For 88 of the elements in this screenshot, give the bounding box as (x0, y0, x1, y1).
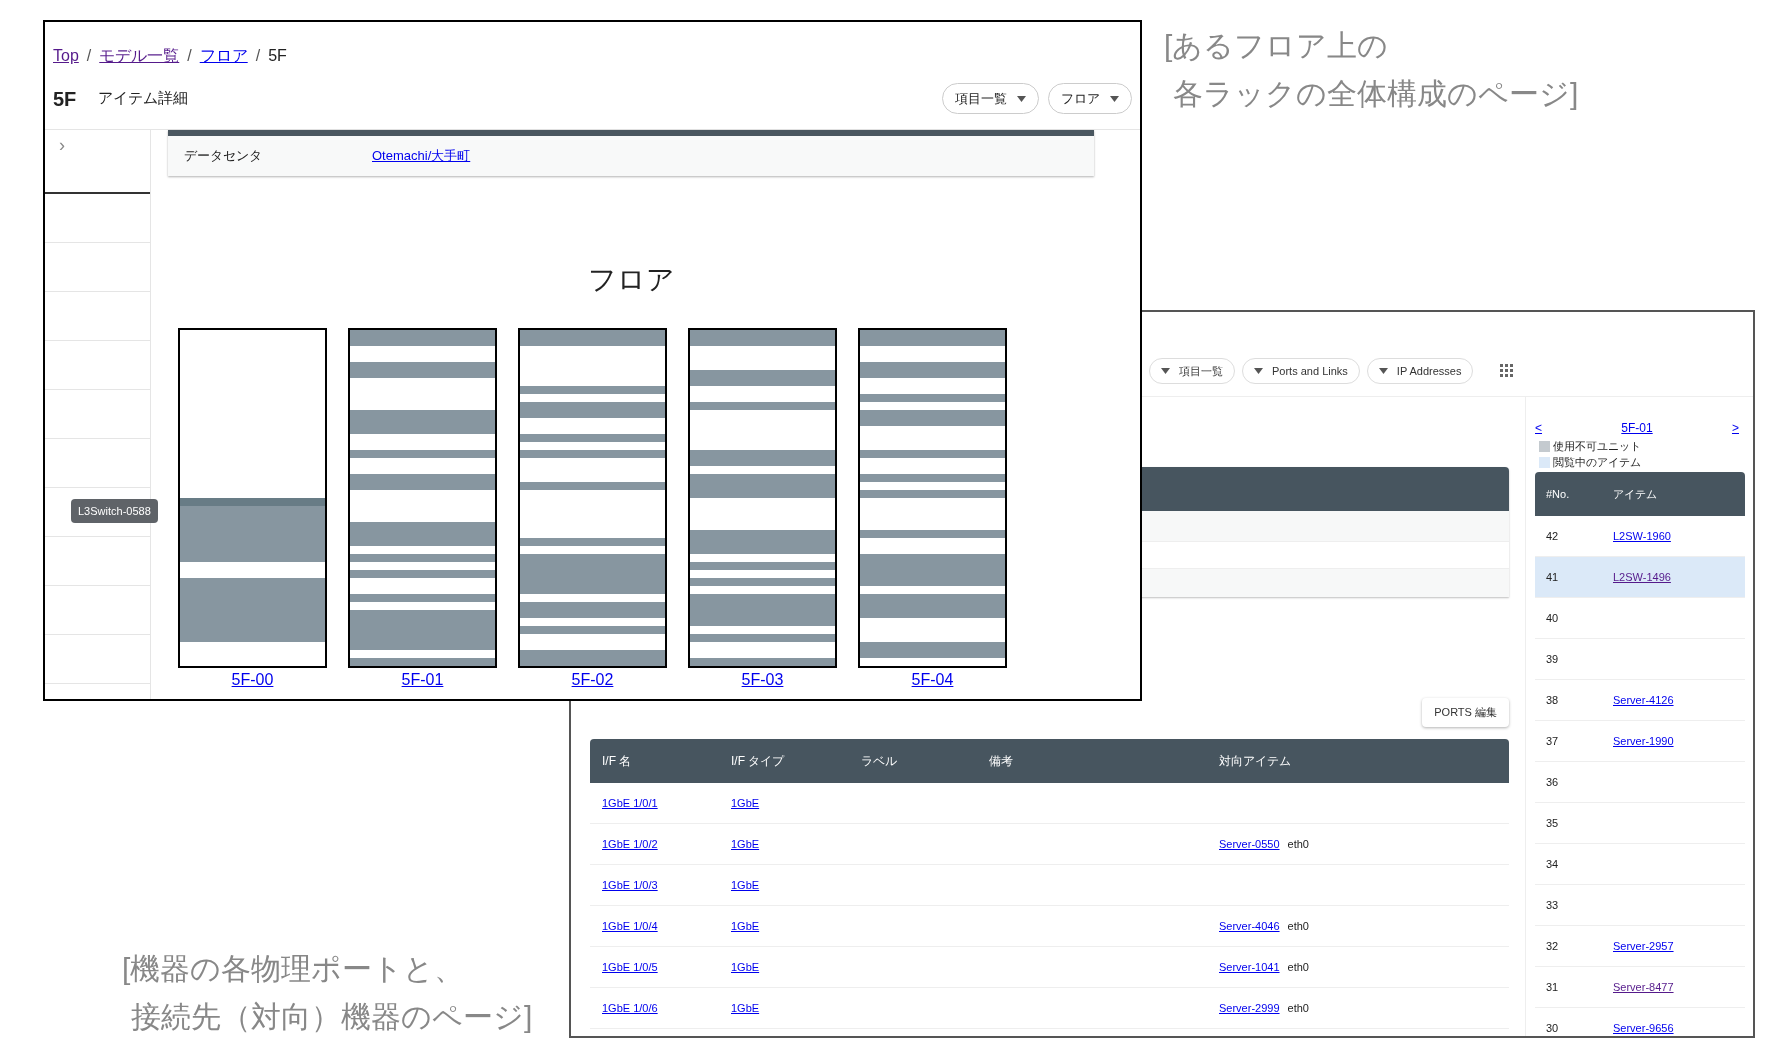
dropdown-button[interactable]: Ports and Links (1242, 358, 1360, 384)
column-header: ラベル (861, 753, 898, 770)
caption-line: 各ラックの全体構成のページ] (1172, 76, 1579, 112)
caret-icon (1161, 368, 1170, 374)
unit-number: 36 (1545, 774, 1560, 790)
legend-label: 閲覧中のアイテム (1553, 454, 1641, 470)
unit-number: 40 (1545, 610, 1560, 626)
interface-type-link[interactable]: 1GbE (731, 835, 760, 853)
rack-link[interactable]: 5F-00 (231, 670, 274, 690)
unit-number: 32 (1545, 938, 1560, 954)
interface-link[interactable]: 1GbE 1/0/6 (602, 999, 658, 1017)
item-link[interactable]: Server-4126 (1613, 691, 1674, 709)
unit-number: 39 (1545, 651, 1560, 667)
item-link[interactable]: L2SW-1960 (1613, 527, 1671, 545)
peer-port: eth0 (1287, 1000, 1309, 1016)
dropdown-button[interactable]: フロア (1048, 83, 1132, 114)
interface-link[interactable]: 1GbE 1/0/2 (602, 835, 658, 853)
caret-icon (1017, 95, 1026, 102)
caption-line: 接続先（対向）機器のページ] (130, 999, 533, 1035)
peer-item-link[interactable]: Server-4046 (1219, 917, 1280, 935)
unit-number: 41 (1545, 569, 1560, 585)
caret-icon (1254, 368, 1263, 374)
dropdown-button[interactable]: 項目一覧 (942, 83, 1039, 114)
rack-link[interactable]: 5F-03 (741, 670, 784, 690)
page-title: 5F (53, 86, 77, 112)
section-heading: フロア (586, 263, 676, 297)
caret-icon (1110, 95, 1119, 102)
item-link[interactable]: Server-1990 (1613, 732, 1674, 750)
peer-port: eth0 (1287, 918, 1309, 934)
interface-type-link[interactable]: 1GbE (731, 958, 760, 976)
next-rack-link[interactable]: > (1731, 419, 1739, 437)
column-header: I/F タイプ (731, 753, 786, 770)
interface-link[interactable]: 1GbE 1/0/5 (602, 958, 658, 976)
interface-type-link[interactable]: 1GbE (731, 917, 760, 935)
interface-link[interactable]: 1GbE 1/0/1 (602, 794, 658, 812)
peer-port: eth0 (1287, 959, 1309, 975)
grid-icon[interactable] (1500, 364, 1514, 377)
item-link[interactable]: L2SW-1496 (1613, 568, 1671, 586)
interface-link[interactable]: 1GbE 1/0/4 (602, 917, 658, 935)
column-header: 対向アイテム (1219, 753, 1292, 770)
item-link[interactable]: Server-8477 (1613, 978, 1674, 996)
caret-icon (1378, 368, 1388, 374)
unit-number: 37 (1545, 733, 1560, 749)
rack-link[interactable]: 5F-04 (911, 670, 954, 690)
breadcrumb-link[interactable]: モデル一覧 (99, 44, 180, 68)
peer-item-link[interactable]: Server-0550 (1219, 835, 1280, 853)
peer-item-link[interactable]: Server-1041 (1219, 958, 1280, 976)
column-header: アイテム (1613, 486, 1657, 502)
item-link[interactable]: Server-9656 (1613, 1019, 1674, 1036)
interface-type-link[interactable]: 1GbE (731, 876, 760, 894)
item-link[interactable]: Server-2957 (1613, 937, 1674, 955)
caption-line: [機器の各物理ポートと、 (122, 951, 466, 987)
sidebar-toggle[interactable]: › (59, 132, 65, 159)
rack-link[interactable]: 5F-01 (1621, 419, 1653, 437)
unit-number: 42 (1545, 528, 1560, 544)
interface-type-link[interactable]: 1GbE (731, 794, 760, 812)
datacenter-link[interactable]: Otemachi/大手町 (372, 146, 471, 166)
rack-unit-row[interactable]: 41 L2SW-1496 (1535, 557, 1745, 598)
dropdown-button[interactable]: IP Addresses (1366, 358, 1474, 384)
tooltip: L3Switch-0588 (71, 499, 158, 523)
peer-port: eth0 (1287, 836, 1309, 852)
unit-number: 31 (1545, 979, 1560, 995)
unit-number: 35 (1545, 815, 1560, 831)
column-header: #No. (1545, 486, 1571, 502)
breadcrumb-link[interactable]: フロア (199, 44, 248, 68)
interface-link[interactable]: 1GbE 1/0/3 (602, 876, 658, 894)
caption-line: [あるフロア上の (1164, 28, 1390, 64)
unit-number: 33 (1545, 897, 1560, 913)
unit-number: 38 (1545, 692, 1560, 708)
rack-link[interactable]: 5F-01 (401, 670, 444, 690)
unit-number: 34 (1545, 856, 1560, 872)
rack-link[interactable]: 5F-02 (571, 670, 614, 690)
page-subtitle: アイテム詳細 (98, 88, 189, 109)
interface-type-link[interactable]: 1GbE (731, 999, 760, 1017)
dropdown-button[interactable]: 項目一覧 (1149, 358, 1235, 384)
peer-item-link[interactable]: Server-2999 (1219, 999, 1280, 1017)
legend-label: 使用不可ユニット (1553, 438, 1641, 454)
info-label: データセンタ (184, 147, 263, 166)
ports-edit-button[interactable]: PORTS 編集 (1422, 698, 1509, 727)
unit-number: 30 (1545, 1020, 1560, 1036)
breadcrumb-separator: / (86, 46, 92, 66)
column-header: 備考 (989, 753, 1014, 770)
breadcrumb-separator: / (255, 46, 261, 66)
breadcrumb-current: 5F (268, 46, 287, 66)
breadcrumb-separator: / (187, 46, 192, 66)
column-header: I/F 名 (602, 753, 633, 770)
breadcrumb-link[interactable]: Top (53, 44, 79, 68)
previous-rack-link[interactable]: < (1535, 419, 1542, 437)
